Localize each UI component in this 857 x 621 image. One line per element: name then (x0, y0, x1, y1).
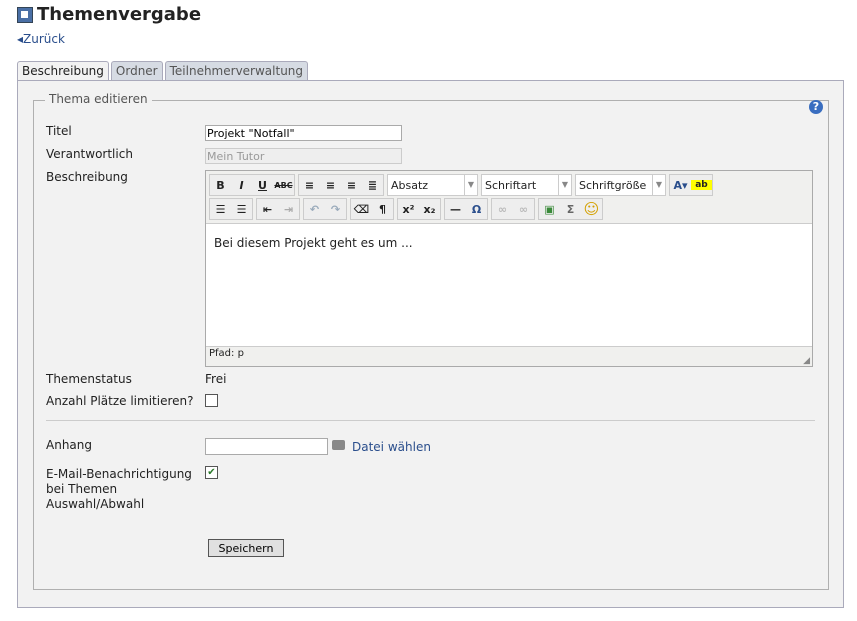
outdent-icon[interactable]: ⇤ (257, 203, 278, 216)
limit-label: Anzahl Plätze limitieren? (46, 394, 194, 408)
undo-icon[interactable]: ↶ (304, 203, 325, 216)
format-select[interactable]: Absatz ▼ (387, 174, 478, 196)
horizontal-rule-icon[interactable]: — (445, 203, 466, 216)
help-icon[interactable]: ? (809, 100, 823, 114)
editor-path: Pfad: p (209, 348, 244, 359)
italic-button[interactable]: I (231, 179, 252, 192)
resize-handle-icon[interactable]: ◢ (803, 356, 810, 366)
choose-file-link[interactable]: Datei wählen (352, 440, 431, 454)
sigma-icon[interactable]: Σ (560, 203, 581, 216)
numbered-list-icon[interactable]: ☰ (231, 203, 252, 216)
beschreibung-label: Beschreibung (46, 170, 128, 184)
justify-icon[interactable]: ≣ (362, 179, 383, 192)
bullet-list-icon[interactable]: ☰ (210, 203, 231, 216)
email-label: E-Mail-Benachrichtigung bei Themen Auswahl… (46, 467, 192, 511)
strikethrough-button[interactable]: ABC (273, 181, 294, 190)
page-title: Themenvergabe (17, 4, 201, 25)
image-icon[interactable]: ▣ (539, 203, 560, 216)
save-button[interactable]: Speichern (208, 539, 284, 557)
font-size-select[interactable]: Schriftgröße ▼ (575, 174, 666, 196)
special-char-icon[interactable]: Ω (466, 203, 487, 216)
file-input[interactable] (205, 438, 328, 455)
pilcrow-icon[interactable]: ¶ (372, 203, 393, 216)
underline-button[interactable]: U (252, 179, 273, 192)
editor-content[interactable]: Bei diesem Projekt geht es um ... (206, 223, 812, 347)
eraser-icon[interactable]: ⌫ (351, 203, 372, 216)
fieldset-legend: Thema editieren (45, 92, 152, 106)
align-left-icon[interactable]: ≡ (299, 179, 320, 192)
back-link[interactable]: ◂Zurück (17, 32, 65, 46)
align-center-icon[interactable]: ≡ (320, 179, 341, 192)
verantwortlich-input (205, 148, 402, 164)
titel-input[interactable] (205, 125, 402, 141)
indent-icon[interactable]: ⇥ (278, 203, 299, 216)
tab-beschreibung[interactable]: Beschreibung (17, 61, 109, 81)
link-icon[interactable]: ∞ (492, 203, 513, 216)
divider (46, 420, 815, 421)
verantwortlich-label: Verantwortlich (46, 147, 133, 161)
limit-checkbox[interactable] (205, 394, 218, 407)
bold-button[interactable]: B (210, 179, 231, 192)
tab-ordner[interactable]: Ordner (110, 61, 163, 81)
titel-label: Titel (46, 124, 72, 138)
email-checkbox[interactable]: ✔ (205, 466, 218, 479)
redo-icon[interactable]: ↷ (325, 203, 346, 216)
tabs: Beschreibung Ordner Teilnehmerverwaltung (17, 61, 309, 81)
tab-teilnehmerverwaltung[interactable]: Teilnehmerverwaltung (164, 61, 309, 81)
unlink-icon[interactable]: ∞ (513, 203, 534, 216)
font-select[interactable]: Schriftart ▼ (481, 174, 572, 196)
status-label: Themenstatus (46, 372, 132, 386)
highlight-color-icon[interactable]: ab (691, 180, 712, 190)
rich-text-editor: B I U ABC ≡ ≡ ≡ ≣ Absatz ▼ Schriftart ▼ Schriftg… (205, 170, 813, 367)
file-icon (332, 440, 345, 450)
text-color-icon[interactable]: A▾ (670, 179, 691, 192)
align-right-icon[interactable]: ≡ (341, 179, 362, 192)
subscript-icon[interactable]: x₂ (419, 203, 440, 216)
superscript-icon[interactable]: x² (398, 203, 419, 216)
smiley-icon[interactable]: ☺ (581, 200, 602, 218)
status-value: Frei (205, 372, 227, 386)
topic-icon (17, 6, 33, 23)
anhang-label: Anhang (46, 438, 92, 452)
